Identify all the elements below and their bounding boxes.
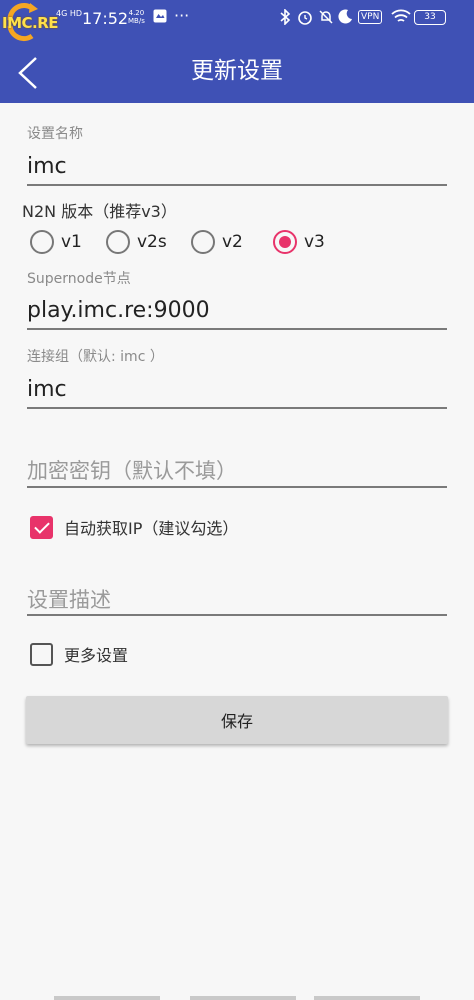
status-bar: IMC.RE 4G HD 17:52 4.20 MB/s ··· VPN 33 bbox=[0, 0, 474, 42]
notification-app-icon bbox=[153, 9, 167, 27]
do-not-disturb-moon-icon bbox=[338, 9, 353, 28]
save-button[interactable]: 保存 bbox=[26, 696, 448, 744]
bottom-tab-edge bbox=[54, 996, 160, 1000]
group-input[interactable]: imc bbox=[27, 377, 67, 402]
supernode-input[interactable]: play.imc.re:9000 bbox=[27, 298, 210, 323]
vpn-indicator: VPN bbox=[358, 10, 383, 24]
more-settings-label: 更多设置 bbox=[64, 646, 129, 665]
description-underline bbox=[27, 614, 447, 616]
imc-logo: IMC.RE bbox=[2, 2, 64, 42]
supernode-underline bbox=[27, 328, 447, 330]
setting-name-input[interactable]: imc bbox=[27, 154, 67, 179]
network-speed: 4.20 MB/s bbox=[128, 9, 145, 25]
alarm-icon bbox=[297, 9, 313, 29]
n2n-version-label: N2N 版本（推荐v3） bbox=[22, 202, 177, 221]
speed-value: 4.20 bbox=[128, 9, 145, 17]
logo-text: IMC.RE bbox=[2, 14, 59, 32]
radio-v2s[interactable]: v2s bbox=[106, 229, 167, 255]
bluetooth-icon bbox=[279, 8, 291, 29]
radio-v3-circle[interactable] bbox=[273, 230, 297, 254]
group-underline bbox=[27, 407, 447, 409]
page-title: 更新设置 bbox=[191, 58, 283, 84]
more-settings-checkbox[interactable] bbox=[30, 642, 53, 666]
radio-v2-circle[interactable] bbox=[191, 230, 215, 254]
more-notifications-icon: ··· bbox=[174, 6, 190, 25]
mute-bell-icon bbox=[318, 9, 334, 29]
auto-ip-checkbox-row[interactable]: 自动获取IP（建议勾选） bbox=[30, 515, 238, 539]
encryption-key-underline bbox=[27, 486, 447, 488]
more-settings-checkbox-row[interactable]: 更多设置 bbox=[30, 642, 128, 666]
group-label: 连接组（默认: imc ） bbox=[27, 349, 164, 365]
radio-v2[interactable]: v2 bbox=[191, 229, 243, 255]
supernode-label: Supernode节点 bbox=[27, 271, 131, 287]
auto-ip-label: 自动获取IP（建议勾选） bbox=[64, 519, 239, 538]
radio-v3-label: v3 bbox=[304, 232, 325, 252]
radio-v2-label: v2 bbox=[222, 232, 243, 252]
auto-ip-checkbox[interactable] bbox=[30, 515, 53, 539]
network-indicator: 4G HD bbox=[56, 9, 83, 18]
radio-v2s-circle[interactable] bbox=[106, 230, 130, 254]
app-header: IMC.RE 4G HD 17:52 4.20 MB/s ··· VPN 33 bbox=[0, 0, 474, 103]
description-input[interactable]: 设置描述 bbox=[27, 584, 111, 614]
radio-v2s-label: v2s bbox=[137, 232, 167, 252]
radio-v3[interactable]: v3 bbox=[273, 229, 325, 255]
wifi-icon bbox=[391, 9, 411, 28]
setting-name-underline bbox=[27, 184, 447, 186]
bottom-tab-edge bbox=[314, 996, 420, 1000]
status-time: 17:52 bbox=[82, 9, 129, 28]
speed-unit: MB/s bbox=[128, 17, 145, 25]
encryption-key-input[interactable]: 加密密钥（默认不填） bbox=[27, 455, 237, 485]
bottom-tab-edge bbox=[190, 996, 296, 1000]
battery-indicator: 33 bbox=[414, 10, 446, 25]
setting-name-label: 设置名称 bbox=[27, 126, 83, 142]
radio-v1-label: v1 bbox=[61, 232, 82, 252]
radio-v1[interactable]: v1 bbox=[30, 229, 82, 255]
radio-v1-circle[interactable] bbox=[30, 230, 54, 254]
